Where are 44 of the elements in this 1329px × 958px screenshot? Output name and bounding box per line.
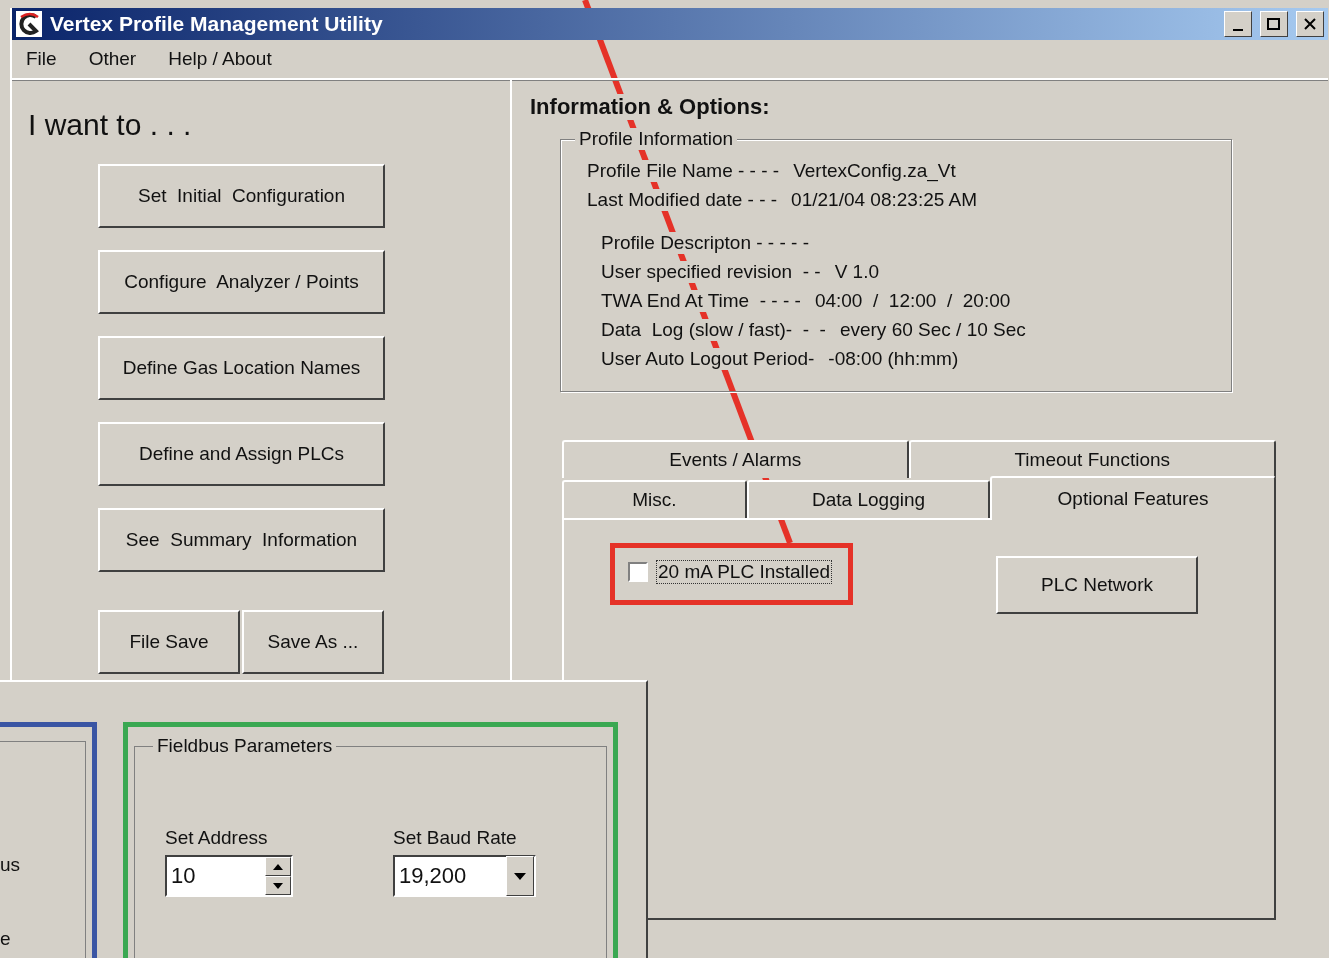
menu-item[interactable]: Help / About	[168, 48, 272, 70]
tab[interactable]: Misc.	[562, 480, 747, 518]
minimize-icon	[1233, 29, 1243, 31]
action-button[interactable]: Define Gas Location Names	[98, 336, 385, 400]
close-icon	[1304, 18, 1316, 30]
group-title: Profile Information	[575, 128, 738, 150]
minimize-button[interactable]	[1224, 11, 1252, 37]
maximize-icon	[1267, 18, 1281, 30]
action-button[interactable]: See Summary Information	[98, 508, 385, 572]
info-label: Profile File Name - - - -	[587, 159, 780, 182]
section-heading: I want to . . .	[28, 108, 193, 142]
field-label: Set Address	[165, 827, 269, 849]
app-logo-icon	[16, 11, 42, 37]
menu-item[interactable]: File	[26, 48, 57, 70]
action-button[interactable]: Define and Assign PLCs	[98, 422, 385, 486]
menu-item[interactable]: Other	[88, 48, 137, 70]
close-button[interactable]	[1296, 11, 1324, 37]
info-label: User Auto Logout Period-	[601, 347, 815, 370]
spin-down-icon[interactable]	[265, 876, 291, 895]
file-button[interactable]: File Save	[98, 610, 240, 674]
option-label: e	[0, 928, 12, 950]
info-label: TWA End At Time - - - -	[601, 289, 801, 312]
option-label: us	[0, 854, 22, 876]
tab[interactable]: Optional Features	[990, 476, 1276, 520]
file-button[interactable]: Save As ...	[242, 610, 384, 674]
info-label: Data Log (slow / fast)- - -	[601, 318, 826, 341]
checkbox[interactable]	[628, 562, 648, 582]
plc-network-button[interactable]: PLC Network	[996, 556, 1198, 614]
info-label: Last Modified date - - -	[587, 188, 778, 211]
maximize-button[interactable]	[1260, 11, 1288, 37]
section-heading: Information & Options:	[530, 94, 770, 120]
tab[interactable]: Data Logging	[746, 480, 991, 518]
action-button[interactable]: Set Initial Configuration	[98, 164, 385, 228]
field-label: Set Baud Rate	[393, 827, 518, 849]
tab[interactable]: Events / Alarms	[562, 440, 909, 478]
window-title: Vertex Profile Management Utility	[50, 12, 384, 36]
info-label: Profile Descripton - - - - -	[601, 231, 809, 254]
action-button[interactable]: Configure Analyzer / Points	[98, 250, 385, 314]
tab[interactable]: Timeout Functions	[908, 440, 1276, 478]
spin-up-icon[interactable]	[265, 857, 291, 876]
baud-rate-dropdown[interactable]: 19,200	[393, 855, 536, 897]
address-spinner[interactable]: 10	[165, 855, 293, 897]
info-label: User specified revision - -	[601, 260, 821, 283]
checkbox-label[interactable]: 20 mA PLC Installed	[656, 560, 833, 584]
